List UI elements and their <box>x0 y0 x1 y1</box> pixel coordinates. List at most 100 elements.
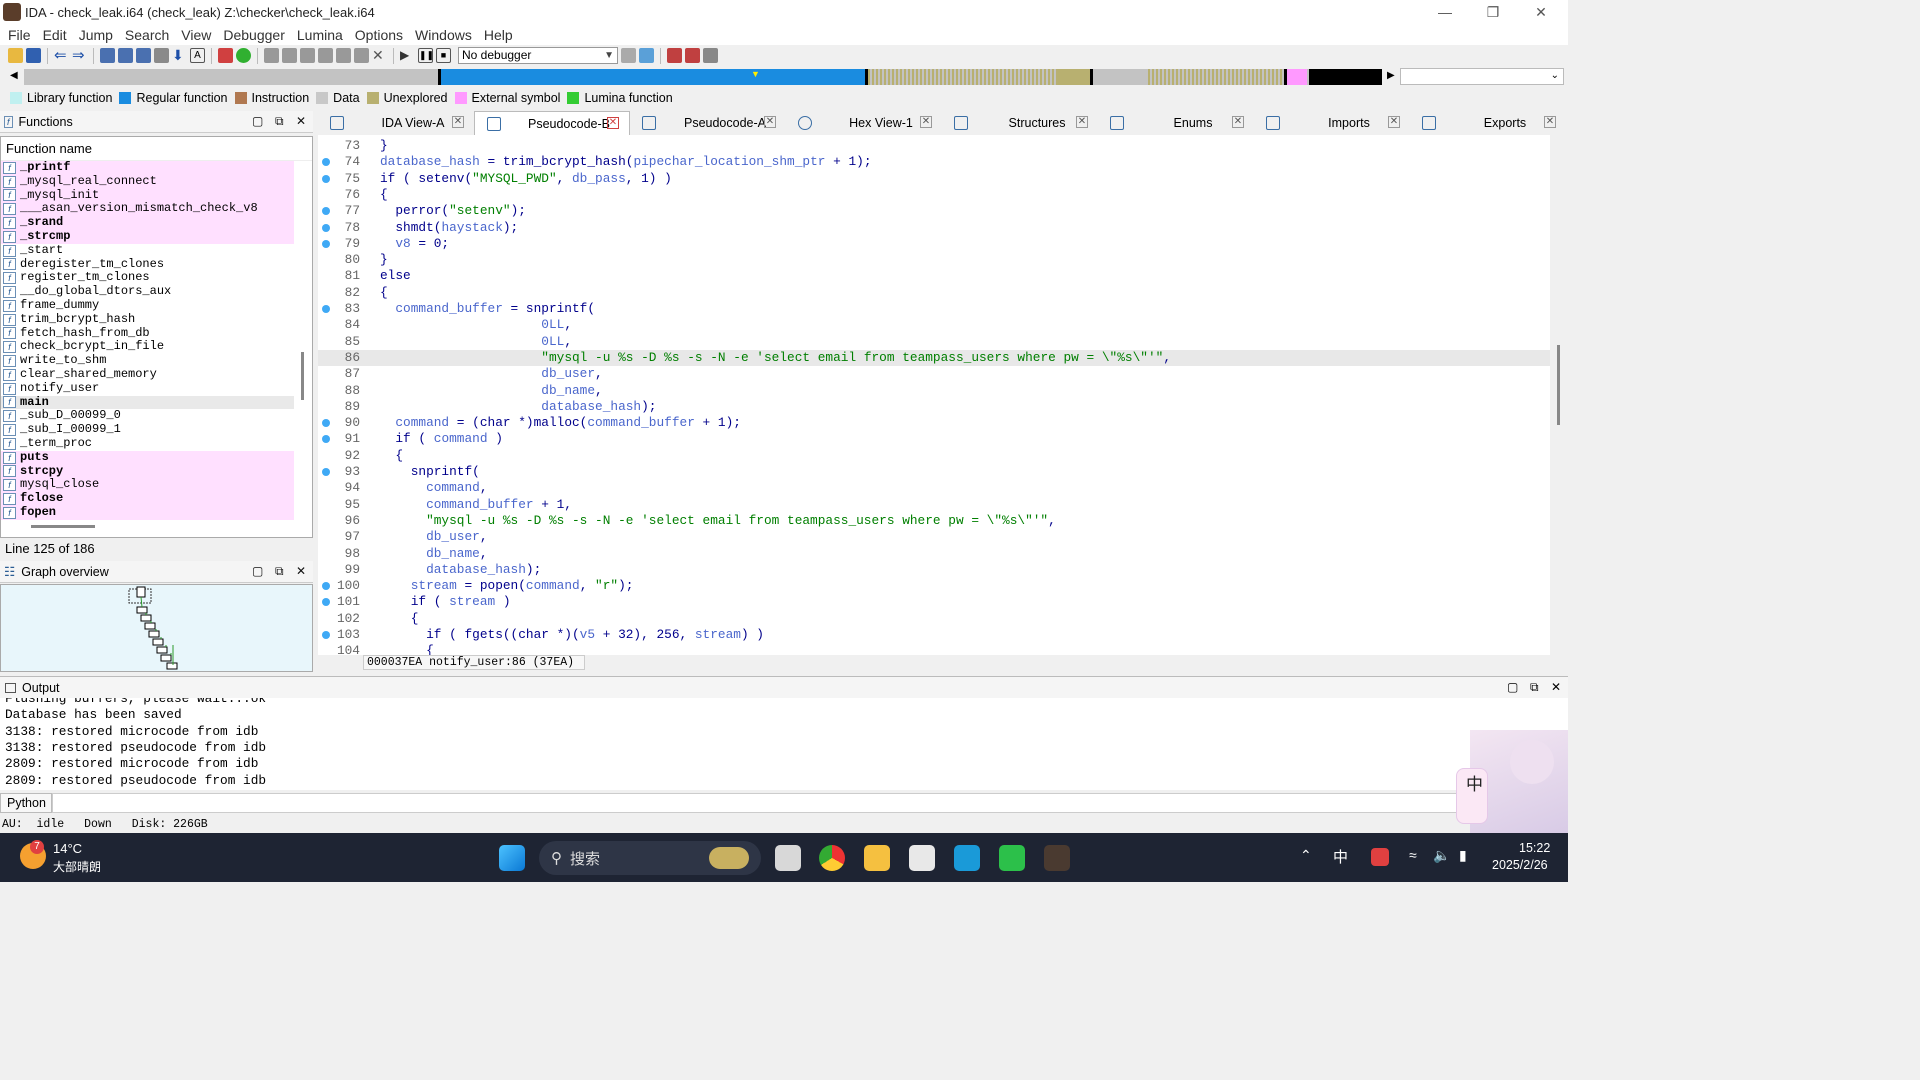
menu-view[interactable]: View <box>175 27 217 43</box>
code-line[interactable]: 84 0LL, <box>318 317 1550 333</box>
tab-exports[interactable]: Exports ✕ <box>1410 111 1566 135</box>
patch-icon[interactable] <box>264 48 279 63</box>
breakpoint-dot-icon[interactable] <box>322 598 330 607</box>
code-scrollbar[interactable] <box>1551 135 1568 655</box>
code-line[interactable]: 82 { <box>318 285 1550 301</box>
close-panel-icon[interactable]: ✕ <box>296 564 306 578</box>
text-search-icon[interactable] <box>118 48 133 63</box>
remote-desktop-icon[interactable] <box>954 845 980 871</box>
code-line[interactable]: 73} <box>318 138 1550 154</box>
code-line[interactable]: 74 database_hash = trim_bcrypt_hash(pipec… <box>318 154 1550 170</box>
functions-scrollbar[interactable] <box>301 352 304 400</box>
function-item[interactable]: f frame_dummy <box>1 298 294 313</box>
tab-hex-view-1[interactable]: Hex View-1 ✕ <box>786 111 942 135</box>
jump-down-icon[interactable]: ⬇ <box>172 48 187 63</box>
scrollbar-thumb[interactable] <box>1557 345 1560 425</box>
nav-right-icon[interactable]: ▶ <box>1387 70 1395 81</box>
float-panel-icon[interactable]: ⧉ <box>275 564 284 579</box>
battery-icon[interactable]: ▮ <box>1459 847 1467 864</box>
debugger-select[interactable]: No debugger ▼ <box>458 47 618 64</box>
clock-date[interactable]: 2025/2/26 <box>1492 858 1548 872</box>
code-line[interactable]: 79 v8 = 0; <box>318 236 1550 252</box>
menu-file[interactable]: File <box>2 27 37 43</box>
code-line[interactable]: 104 { <box>318 643 1550 655</box>
function-item[interactable]: f mysql_close <box>1 478 294 493</box>
function-item[interactable]: f notify_user <box>1 381 294 396</box>
function-item[interactable]: f _term_proc <box>1 436 294 451</box>
function-item[interactable]: f fopen <box>1 505 294 520</box>
forward-icon[interactable]: ⇒ <box>72 48 87 63</box>
code-line[interactable]: 88 db_name, <box>318 383 1550 399</box>
menu-help[interactable]: Help <box>478 27 519 43</box>
assemble-icon[interactable] <box>282 48 297 63</box>
menu-debugger[interactable]: Debugger <box>217 27 291 43</box>
close-panel-icon[interactable]: ✕ <box>1551 680 1561 694</box>
function-item[interactable]: f _sub_I_00099_1 <box>1 422 294 437</box>
close-tab-icon[interactable]: ✕ <box>1544 116 1556 128</box>
plugin-icon[interactable] <box>318 48 333 63</box>
menu-windows[interactable]: Windows <box>409 27 478 43</box>
code-line[interactable]: 97 db_user, <box>318 529 1550 545</box>
tab-pseudocode-b[interactable]: Pseudocode-B ✕ <box>474 111 630 135</box>
code-line[interactable]: 98 db_name, <box>318 546 1550 562</box>
maximize-panel-icon[interactable]: ▢ <box>252 114 263 128</box>
function-item[interactable]: f fetch_hash_from_db <box>1 326 294 341</box>
close-tab-icon[interactable]: ✕ <box>452 116 464 128</box>
breakpoint-dot-icon[interactable] <box>322 207 330 216</box>
code-line[interactable]: 91 if ( command ) <box>318 431 1550 447</box>
function-name-column[interactable]: Function name <box>1 137 312 161</box>
cross-icon[interactable]: ✕ <box>372 48 387 63</box>
restore-button[interactable]: ❐ <box>1470 0 1516 24</box>
menu-jump[interactable]: Jump <box>73 27 119 43</box>
ime-indicator[interactable]: 中 <box>1333 846 1348 867</box>
stop-icon[interactable]: ■ <box>436 48 451 63</box>
close-tab-icon[interactable]: ✕ <box>764 116 776 128</box>
function-item[interactable]: f _srand <box>1 215 294 230</box>
code-line[interactable]: 100 stream = popen(command, "r"); <box>318 578 1550 594</box>
breakpoint-dot-icon[interactable] <box>322 582 330 591</box>
code-line[interactable]: 76 { <box>318 187 1550 203</box>
python-command-input[interactable] <box>52 793 1568 813</box>
tab-imports[interactable]: Imports ✕ <box>1254 111 1410 135</box>
breakpoint-dot-icon[interactable] <box>322 468 330 476</box>
code-line[interactable]: 99 database_hash); <box>318 562 1550 578</box>
nav-band-strip[interactable]: ▼ <box>24 69 1382 85</box>
close-window-button[interactable]: ✕ <box>1518 0 1564 24</box>
code-line[interactable]: 78 shmdt(haystack); <box>318 220 1550 236</box>
nav-band-combo[interactable]: ⌄ <box>1400 68 1564 85</box>
wechat-icon[interactable] <box>999 845 1025 871</box>
tab-structures[interactable]: Structures ✕ <box>942 111 1098 135</box>
float-panel-icon[interactable]: ⧉ <box>1530 680 1539 695</box>
function-item[interactable]: f main <box>1 395 294 410</box>
close-tab-icon[interactable]: ✕ <box>1232 116 1244 128</box>
code-line[interactable]: 101 if ( stream ) <box>318 594 1550 610</box>
close-tab-icon[interactable]: ✕ <box>1076 116 1088 128</box>
function-item[interactable]: f trim_bcrypt_hash <box>1 312 294 327</box>
code-line[interactable]: 90 command = (char *)malloc(command_buff… <box>318 415 1550 431</box>
function-item[interactable]: f _start <box>1 243 294 258</box>
navigation-band[interactable]: ◀ ▼ ▶ <box>0 68 1568 86</box>
functions-hscrollbar[interactable] <box>31 525 95 528</box>
type-icon[interactable] <box>354 48 369 63</box>
code-line[interactable]: 103 if ( fgets((char *)(v5 + 32), 256, s… <box>318 627 1550 643</box>
function-item[interactable]: f puts <box>1 450 294 465</box>
ime-widget-label[interactable]: 中 <box>1466 770 1483 795</box>
function-item[interactable]: f ___asan_version_mismatch_check_v8 <box>1 202 294 217</box>
breakpoint-dot-icon[interactable] <box>322 435 330 444</box>
code-line[interactable]: 95 command_buffer + 1, <box>318 497 1550 513</box>
menu-lumina[interactable]: Lumina <box>291 27 349 43</box>
chrome-icon[interactable] <box>819 845 845 871</box>
breakpoint-dot-icon[interactable] <box>322 631 330 639</box>
functions-list[interactable]: Function name f _printf f _mysql_real_conne… <box>0 136 313 538</box>
immediate-search-icon[interactable] <box>136 48 151 63</box>
wifi-icon[interactable]: ≈ <box>1409 847 1417 863</box>
function-item[interactable]: f deregister_tm_clones <box>1 257 294 272</box>
function-item[interactable]: f register_tm_clones <box>1 271 294 285</box>
file-explorer-icon[interactable] <box>864 845 890 871</box>
text-view-icon[interactable]: A <box>190 48 205 63</box>
windows-start-icon[interactable] <box>499 845 525 871</box>
search-next-icon[interactable] <box>154 48 169 63</box>
open-icon[interactable] <box>8 48 23 63</box>
python-language-button[interactable]: Python <box>0 793 52 813</box>
graph-overview[interactable] <box>0 584 313 672</box>
